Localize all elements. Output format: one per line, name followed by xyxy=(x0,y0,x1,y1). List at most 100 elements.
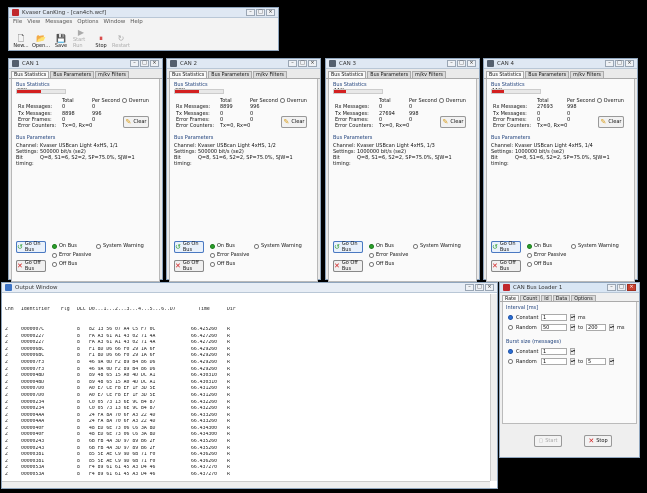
message-row[interactable]: 2 0000040F 8 48 ED 6E 73 06 C6 3A 8D 66.4343… xyxy=(5,426,494,433)
output-titlebar[interactable]: Output Window – □ × xyxy=(2,283,497,293)
interval-constant-spinner[interactable]: ▴▾ xyxy=(570,314,575,321)
clear-button[interactable]: ✎ Clear xyxy=(440,116,466,128)
burst-constant-spinner[interactable]: ▴▾ xyxy=(570,348,575,355)
maximize-button[interactable]: □ xyxy=(457,60,466,67)
minimize-button[interactable]: – xyxy=(465,284,474,291)
message-row[interactable]: 2 000007D0 8 A0 E7 CE F8 EF 1F 3D 5E 66.4312… xyxy=(5,386,494,393)
message-row[interactable]: 2 000007F3 8 46 9A 0D F2 89 B4 86 D6 66.4292… xyxy=(5,367,494,374)
message-row[interactable]: 2 0000040F 8 48 ED 6E 73 06 C6 3A 8D 66.4343… xyxy=(5,432,494,439)
go-off-bus-button[interactable]: ✕ Go Off Bus xyxy=(333,260,363,272)
tab-bus-statistics[interactable]: Bus Statistics xyxy=(328,71,367,78)
maximize-button[interactable]: □ xyxy=(298,60,307,67)
message-row[interactable]: 2 0000053A 8 F4 89 61 61 45 A3 D4 46 66.4372… xyxy=(5,472,494,479)
close-button[interactable]: × xyxy=(625,60,634,67)
tab-rate[interactable]: Rate xyxy=(502,295,519,302)
message-row[interactable]: 2 000004BD 8 89 48 65 15 A0 4D DC A1 66.4303… xyxy=(5,380,494,387)
burst-random-from-spinner[interactable]: ▴▾ xyxy=(570,358,575,365)
message-row[interactable]: 2 0000053A 8 F4 89 61 61 45 A3 D4 46 66.4372… xyxy=(5,465,494,472)
can-titlebar[interactable]: CAN 2 – □ × xyxy=(167,59,320,69)
maximize-button[interactable]: □ xyxy=(140,60,149,67)
overrun-option[interactable]: Overrun xyxy=(439,98,466,104)
menu-view[interactable]: View xyxy=(27,19,40,25)
tab-id[interactable]: Id xyxy=(541,295,552,302)
minimize-button[interactable]: – xyxy=(288,60,297,67)
start-run-button[interactable]: ▶ Start Run xyxy=(73,28,89,49)
overrun-radio[interactable] xyxy=(439,98,444,103)
stop-button[interactable]: ⏸ Stop xyxy=(93,34,109,49)
burst-constant-radio[interactable] xyxy=(508,349,513,354)
tab-bus-statistics[interactable]: Bus Statistics xyxy=(169,71,208,78)
message-row[interactable]: 2 00000234 8 C0 05 73 13 6E 9C B4 87 66.4322… xyxy=(5,406,494,413)
message-row[interactable]: 2 00000227 8 FA A3 61 A1 43 02 71 4A 66.4272… xyxy=(5,340,494,347)
overrun-option[interactable]: Overrun xyxy=(122,98,149,104)
close-button[interactable]: × xyxy=(150,60,159,67)
tab-bus-parameters[interactable]: Bus Parameters xyxy=(525,71,570,78)
tab-bus-parameters[interactable]: Bus Parameters xyxy=(50,71,95,78)
minimize-button[interactable]: – xyxy=(246,9,255,16)
close-button[interactable]: × xyxy=(266,9,275,16)
burst-constant-input[interactable]: 1 xyxy=(541,348,567,355)
interval-random-to-spinner[interactable]: ▴▾ xyxy=(609,324,614,331)
menu-messages[interactable]: Messages xyxy=(45,19,72,25)
clear-button[interactable]: ✎ Clear xyxy=(598,116,624,128)
overrun-option[interactable]: Overrun xyxy=(280,98,307,104)
interval-random-radio[interactable] xyxy=(508,325,513,330)
message-row[interactable]: 2 00000243 8 6B FB 4A 3D 97 89 B6 2F 66.4352… xyxy=(5,446,494,453)
tab-bus-statistics[interactable]: Bus Statistics xyxy=(486,71,525,78)
tab-filters[interactable]: m/kv Filters xyxy=(95,71,129,78)
message-row[interactable]: 2 00000227 8 FA A3 61 A1 43 02 71 4A 66.4272… xyxy=(5,334,494,341)
close-button[interactable]: × xyxy=(627,284,636,291)
overrun-radio[interactable] xyxy=(280,98,285,103)
interval-constant-radio[interactable] xyxy=(508,315,513,320)
close-button[interactable]: × xyxy=(485,284,494,291)
message-row[interactable]: 2 00000234 8 C0 05 73 13 6E 9C B4 87 66.4322… xyxy=(5,400,494,407)
menu-options[interactable]: Options xyxy=(77,19,98,25)
tab-count[interactable]: Count xyxy=(520,295,541,302)
can-titlebar[interactable]: CAN 3 – □ × xyxy=(326,59,479,69)
maximize-button[interactable]: □ xyxy=(475,284,484,291)
interval-random-from-input[interactable]: 50 xyxy=(541,324,567,331)
message-log[interactable]: Chn Identifier Flg DLC D0...1...2...3...… xyxy=(2,293,497,480)
clear-button[interactable]: ✎ Clear xyxy=(123,116,149,128)
go-off-bus-button[interactable]: ✕ Go Off Bus xyxy=(174,260,204,272)
maximize-button[interactable]: □ xyxy=(256,9,265,16)
go-off-bus-button[interactable]: ✕ Go Off Bus xyxy=(16,260,46,272)
close-button[interactable]: × xyxy=(467,60,476,67)
go-on-bus-button[interactable]: ↺ Go On Bus xyxy=(174,241,204,253)
message-row[interactable]: 2 00000381 8 85 5E AE C9 9D 6B 71 F0 66.4362… xyxy=(5,459,494,466)
tab-data[interactable]: Data xyxy=(552,295,571,302)
tab-bus-parameters[interactable]: Bus Parameters xyxy=(208,71,253,78)
clear-button[interactable]: ✎ Clear xyxy=(281,116,307,128)
output-vertical-scrollbar[interactable] xyxy=(490,294,497,481)
tab-filters[interactable]: m/kv Filters xyxy=(253,71,287,78)
stop-button[interactable]: ✕ Stop xyxy=(584,435,612,447)
message-row[interactable]: 2 000007F3 8 46 9A 0D F2 89 B4 86 D6 66.4292… xyxy=(5,360,494,367)
burst-random-to-input[interactable]: 5 xyxy=(586,358,607,365)
open-button[interactable]: 📂 Open... xyxy=(32,34,50,49)
message-row[interactable]: 2 00000381 8 85 5E AE C9 9D 6B 71 F0 66.4362… xyxy=(5,452,494,459)
go-on-bus-button[interactable]: ↺ Go On Bus xyxy=(16,241,46,253)
go-on-bus-button[interactable]: ↺ Go On Bus xyxy=(333,241,363,253)
menu-help[interactable]: Help xyxy=(130,19,143,25)
message-row[interactable]: 2 000007D0 8 A0 E7 CE F8 EF 1F 3D 5E 66.4312… xyxy=(5,393,494,400)
minimize-button[interactable]: – xyxy=(130,60,139,67)
menu-file[interactable]: File xyxy=(13,19,22,25)
start-button[interactable]: ▢ Start xyxy=(534,435,562,447)
output-horizontal-scrollbar[interactable] xyxy=(2,481,490,488)
interval-constant-input[interactable]: 1 xyxy=(541,314,567,321)
overrun-radio[interactable] xyxy=(122,98,127,103)
message-row[interactable]: 2 000004AA 8 24 FA 8A 70 6F A3 22 4D 66.4332… xyxy=(5,413,494,420)
minimize-button[interactable]: – xyxy=(607,284,616,291)
interval-random-from-spinner[interactable]: ▴▾ xyxy=(570,324,575,331)
message-row[interactable]: 2 000004BD 8 89 48 65 15 A0 4D DC A1 66.4303… xyxy=(5,373,494,380)
menu-window[interactable]: Window xyxy=(104,19,126,25)
new-button[interactable]: 🗋 New... xyxy=(13,34,29,49)
go-off-bus-button[interactable]: ✕ Go Off Bus xyxy=(491,260,521,272)
overrun-radio[interactable] xyxy=(597,98,602,103)
restart-button[interactable]: ↻ Restart xyxy=(112,34,130,49)
message-row[interactable]: 2 00000243 8 6B FB 4A 3D 97 89 B6 2F 66.4352… xyxy=(5,439,494,446)
loader-titlebar[interactable]: CAN Bus Loader 1 – □ × xyxy=(500,283,639,293)
maximize-button[interactable]: □ xyxy=(617,284,626,291)
burst-random-from-input[interactable]: 1 xyxy=(541,358,567,365)
overrun-option[interactable]: Overrun xyxy=(597,98,624,104)
